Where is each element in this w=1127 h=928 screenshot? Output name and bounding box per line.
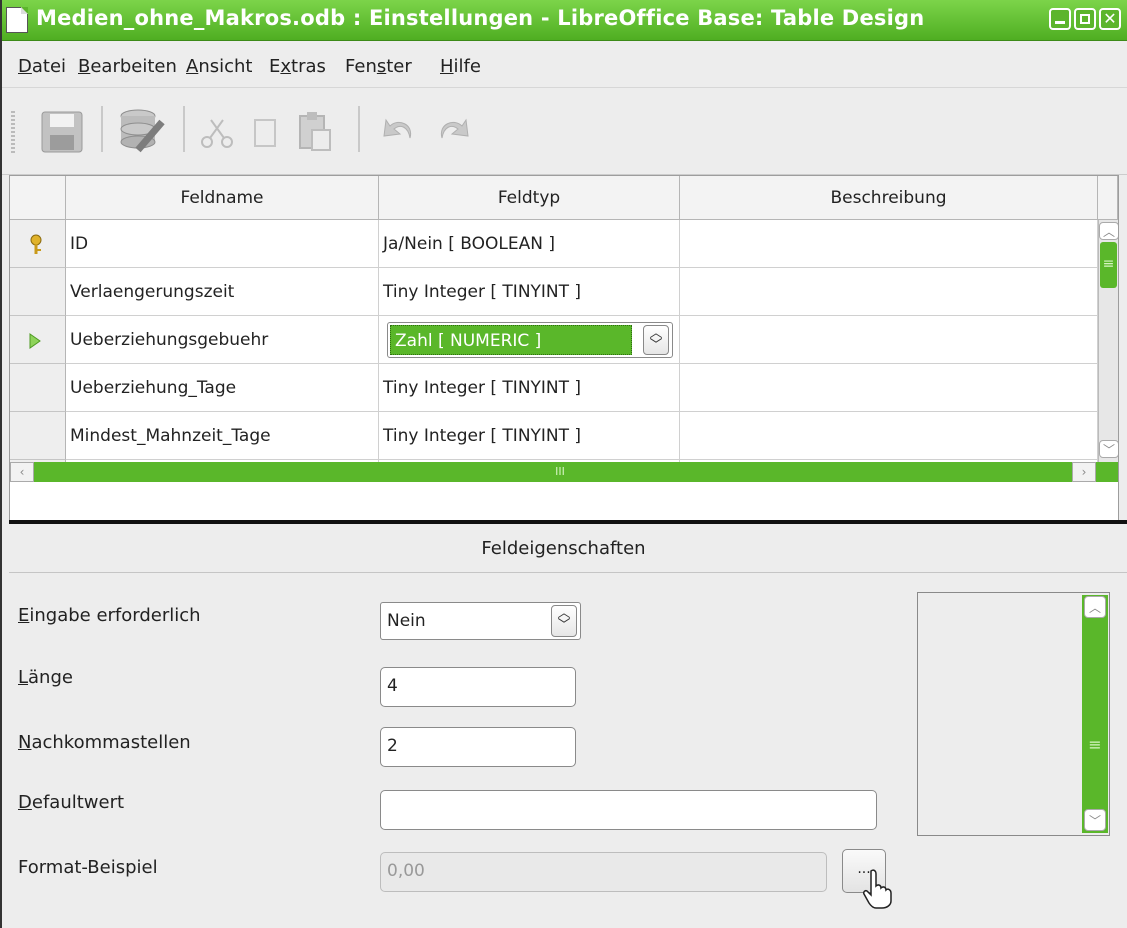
toolbar-separator [183,106,185,152]
menu-hilfe[interactable]: Hilfe [440,56,481,77]
title-bar: Medien_ohne_Makros.odb : Einstellungen -… [0,0,1127,41]
table-design-grid: Feldname Feldtyp Beschreibung ID Ja/Nein… [9,175,1119,521]
database-icon[interactable] [116,106,168,156]
close-icon: ✕ [1103,9,1117,28]
row-header[interactable] [10,220,66,268]
copy-icon[interactable] [247,110,283,152]
maximize-button[interactable] [1074,8,1096,30]
menu-fenster[interactable]: Fenster [345,56,412,77]
cell-field-name[interactable]: ID [66,220,379,268]
chevron-updown-icon[interactable]: ︿ ﹀ [643,325,669,355]
cell-description[interactable] [680,268,1098,316]
horizontal-scroll-thumb[interactable]: III [530,462,590,482]
row-header-corner [10,176,66,220]
decimals-input[interactable]: 2 [380,727,576,767]
primary-key-icon [30,234,42,254]
cell-field-type[interactable]: Ja/Nein [ BOOLEAN ] [379,220,680,268]
length-label: Länge [18,667,73,688]
close-button[interactable]: ✕ [1099,8,1121,30]
required-dropdown[interactable]: Nein ︿ ﹀ [380,602,581,640]
pane-splitter[interactable] [9,520,1127,524]
scroll-up-icon[interactable]: ︿ [1084,596,1106,618]
current-row-icon [29,333,41,349]
cell-description[interactable] [680,412,1098,460]
format-example-field: 0,00 [380,852,827,892]
cell-field-type[interactable]: Tiny Integer [ TINYINT ] [379,364,680,412]
scroll-left-icon[interactable]: ‹ [10,462,34,482]
minimize-icon [1055,21,1065,24]
help-scrollbar[interactable]: ︿ ≡ ﹀ [1082,595,1108,833]
grid-horizontal-scrollbar[interactable]: ‹ III › [10,462,1118,482]
field-type-dropdown[interactable]: Zahl [ NUMERIC ] ︿ ﹀ [387,322,673,358]
required-label: Eingabe erforderlich [18,605,201,626]
document-icon [6,7,28,33]
menu-bar: Datei Bearbeiten Ansicht Extras Fenster … [0,41,1127,88]
window-title: Medien_ohne_Makros.odb : Einstellungen -… [36,6,925,30]
scroll-up-icon[interactable]: ︿ [1099,222,1118,240]
help-scroll-thumb[interactable]: ≡ [1082,735,1108,754]
row-header[interactable] [10,364,66,412]
menu-ansicht[interactable]: Ansicht [186,56,252,77]
scroll-right-icon[interactable]: › [1072,462,1096,482]
row-header[interactable] [10,412,66,460]
column-header-beschreibung[interactable]: Beschreibung [680,176,1098,220]
mouse-cursor-icon [863,869,892,909]
cell-field-name[interactable]: Ueberziehungsgebuehr [66,316,379,364]
paste-icon[interactable] [294,108,338,154]
toolbar-grip[interactable] [11,111,15,155]
window-left-border [0,0,2,928]
row-header[interactable] [10,316,66,364]
minimize-button[interactable] [1049,8,1071,30]
menu-datei[interactable]: Datei [18,56,66,77]
cell-field-name[interactable]: Ueberziehung_Tage [66,364,379,412]
scroll-down-icon[interactable]: ﹀ [1099,440,1118,458]
cell-field-type[interactable]: Tiny Integer [ TINYINT ] [379,412,680,460]
length-input[interactable]: 4 [380,667,576,707]
field-type-selected-value: Zahl [ NUMERIC ] [390,325,632,355]
column-header-feldname[interactable]: Feldname [66,176,379,220]
cell-field-name[interactable]: Mindest_Mahnzeit_Tage [66,412,379,460]
toolbar-separator [358,106,360,152]
save-icon[interactable] [38,108,86,156]
chevron-updown-icon[interactable]: ︿ ﹀ [551,605,577,637]
cell-description[interactable] [680,316,1098,364]
cell-description[interactable] [680,364,1098,412]
header-spacer [1098,176,1118,220]
decimals-label: Nachkommastellen [18,732,191,753]
properties-divider [9,572,1127,573]
column-header-feldtyp[interactable]: Feldtyp [379,176,680,220]
toolbar-separator [101,106,103,152]
scroll-down-icon[interactable]: ﹀ [1084,809,1106,831]
required-value: Nein [387,611,426,631]
cell-field-name[interactable]: Verlaengerungszeit [66,268,379,316]
cell-description[interactable] [680,220,1098,268]
toolbar [0,88,1127,175]
cell-field-type[interactable]: Zahl [ NUMERIC ] ︿ ﹀ [379,316,680,364]
vertical-scroll-thumb[interactable]: ≡ [1100,242,1117,288]
grid-vertical-scrollbar[interactable]: ︿ ≡ ﹀ [1098,220,1118,462]
row-header[interactable] [10,268,66,316]
cut-icon[interactable] [197,114,239,154]
cell-field-type[interactable]: Tiny Integer [ TINYINT ] [379,268,680,316]
default-value-label: Defaultwert [18,792,125,813]
maximize-icon [1080,14,1090,24]
field-properties-title: Feldeigenschaften [481,538,646,559]
redo-icon[interactable] [428,112,472,148]
format-example-label: Format-Beispiel [18,857,158,878]
menu-extras[interactable]: Extras [269,56,326,77]
default-value-input[interactable] [380,790,877,830]
undo-icon[interactable] [380,112,424,148]
menu-bearbeiten[interactable]: Bearbeiten [78,56,177,77]
